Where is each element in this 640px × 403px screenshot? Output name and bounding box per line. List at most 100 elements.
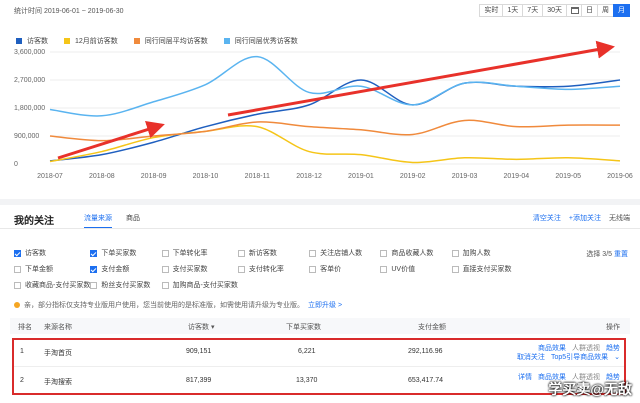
- metric-checkbox[interactable]: 客单价: [309, 264, 380, 274]
- th-visitors[interactable]: 访客数 ▾: [188, 322, 214, 332]
- table-header: 排名 来源名称 访客数 ▾ 下单买家数 支付金额 操作: [10, 318, 630, 334]
- checkbox-icon[interactable]: [380, 249, 388, 257]
- metric-label: 客单价: [320, 266, 342, 273]
- reset-link[interactable]: 重置: [614, 251, 628, 258]
- checkbox-icon[interactable]: [161, 249, 169, 257]
- x-tick-label: 2018-08: [89, 173, 115, 180]
- x-tick-label: 2019-05: [555, 173, 581, 180]
- watermark-text: 学买卖@无敌: [548, 381, 632, 397]
- metric-checkbox[interactable]: 关注店铺人数: [309, 248, 380, 258]
- checkbox-icon[interactable]: [237, 265, 245, 273]
- upgrade-notice: 亲，部分指标仅支持专业版用户使用，您当前使用的是标准版，如需使用请升级为专业版。…: [14, 300, 342, 310]
- th-amount: 支付金额: [418, 324, 446, 331]
- metric-checkbox[interactable]: 收藏商品-支付买家数: [14, 280, 90, 290]
- metric-label: 加购人数: [462, 250, 491, 257]
- tab-traffic-source[interactable]: 流量来源: [84, 213, 112, 229]
- metric-checkbox[interactable]: 商品收藏人数: [380, 248, 451, 258]
- metric-checkbox[interactable]: UV价值: [380, 264, 451, 274]
- period-week-button[interactable]: 周: [597, 4, 614, 17]
- metric-checkbox[interactable]: 支付金额: [90, 264, 161, 274]
- highlight-box: [12, 338, 626, 395]
- metric-label: UV价值: [391, 266, 416, 273]
- selected-count: 选择 3/5 重置: [586, 249, 628, 259]
- metric-checkbox[interactable]: 粉丝支付买家数: [90, 280, 161, 290]
- top-bar: 统计时间 2019-06-01 ~ 2019-06-30 实时 1天 7天 30…: [0, 0, 640, 22]
- checkbox-icon[interactable]: [451, 265, 459, 273]
- x-tick-label: 2018-09: [141, 173, 167, 180]
- period-7day-button[interactable]: 7天: [522, 4, 544, 17]
- metric-label: 支付转化率: [248, 266, 284, 273]
- checkbox-icon[interactable]: [161, 281, 169, 289]
- metric-checkbox[interactable]: 直接支付买家数: [451, 264, 523, 274]
- metric-checkbox[interactable]: 支付转化率: [237, 264, 309, 274]
- info-icon: [14, 302, 20, 308]
- notice-text: 亲，部分指标仅支持专业版用户使用，您当前使用的是标准版，如需使用请升级为专业版。: [24, 302, 304, 309]
- date-range-label: 统计时间 2019-06-01 ~ 2019-06-30: [14, 8, 124, 15]
- y-tick-label: 900,000: [14, 133, 39, 140]
- x-tick-label: 2018-11: [245, 173, 270, 180]
- metric-label: 粉丝支付买家数: [101, 282, 151, 289]
- checkbox-icon[interactable]: [451, 249, 459, 257]
- visitor-trend-chart: 3,600,000 2,700,000 1,800,000 900,000 0 2018-…: [14, 40, 633, 180]
- section-title: 我的关注: [14, 216, 54, 227]
- th-source: 来源名称: [44, 324, 72, 331]
- y-tick-label: 3,600,000: [14, 49, 45, 56]
- metric-label: 关注店铺人数: [320, 250, 363, 257]
- period-1day-button[interactable]: 1天: [502, 4, 524, 17]
- metric-checkbox[interactable]: 新访客数: [237, 248, 309, 258]
- checkbox-checked-icon[interactable]: [90, 265, 98, 273]
- x-tick-label: 2019-03: [452, 173, 478, 180]
- metric-checkbox[interactable]: 下单转化率: [161, 248, 238, 258]
- clear-follow-link[interactable]: 清空关注: [533, 213, 561, 223]
- tab-underline: [0, 228, 640, 229]
- metric-checkbox[interactable]: 访客数: [14, 248, 90, 258]
- checkbox-icon[interactable]: [161, 265, 169, 273]
- metric-label: 直接支付买家数: [462, 266, 512, 273]
- x-tick-label: 2019-06: [607, 173, 633, 180]
- metric-label: 支付买家数: [172, 266, 208, 273]
- metric-label: 支付金额: [101, 266, 130, 273]
- metric-label: 下单买家数: [101, 250, 137, 257]
- metric-checkbox[interactable]: 支付买家数: [161, 264, 238, 274]
- y-tick-label: 1,800,000: [14, 105, 45, 112]
- section-divider: [0, 199, 640, 205]
- period-30day-button[interactable]: 30天: [542, 4, 567, 17]
- checkbox-icon[interactable]: [90, 281, 98, 289]
- metric-checkbox[interactable]: 加购人数: [451, 248, 523, 258]
- checkbox-checked-icon[interactable]: [14, 249, 21, 257]
- metric-label: 加购商品-支付买家数: [172, 282, 238, 289]
- device-select[interactable]: 无线端: [609, 213, 630, 223]
- metric-label: 下单金额: [25, 266, 53, 273]
- checkbox-icon[interactable]: [309, 265, 317, 273]
- period-day-button[interactable]: 日: [581, 4, 598, 17]
- metric-checkbox[interactable]: 下单金额: [14, 264, 90, 274]
- checkbox-icon[interactable]: [14, 281, 21, 289]
- follow-tools: 清空关注 +添加关注 无线端: [533, 213, 630, 223]
- x-tick-label: 2018-12: [296, 173, 322, 180]
- metric-label: 访客数: [25, 250, 46, 257]
- period-month-button[interactable]: 月: [613, 4, 630, 17]
- y-tick-label: 0: [14, 161, 18, 168]
- metric-checkbox[interactable]: 加购商品-支付买家数: [161, 280, 238, 290]
- selected-count-text: 选择 3/5: [586, 251, 613, 258]
- x-tick-label: 2018-10: [193, 173, 219, 180]
- checkbox-icon[interactable]: [237, 249, 245, 257]
- checkbox-icon[interactable]: [309, 249, 317, 257]
- y-tick-label: 2,700,000: [14, 77, 45, 84]
- period-realtime-button[interactable]: 实时: [479, 4, 504, 17]
- checkbox-icon[interactable]: [380, 265, 388, 273]
- upgrade-link[interactable]: 立即升级 >: [308, 300, 342, 310]
- th-buyers: 下单买家数: [286, 324, 321, 331]
- th-rank: 排名: [18, 324, 32, 331]
- metric-label: 商品收藏人数: [391, 250, 434, 257]
- add-follow-link[interactable]: +添加关注: [569, 213, 601, 223]
- metric-label: 下单转化率: [172, 250, 208, 257]
- x-tick-label: 2019-04: [504, 173, 530, 180]
- tab-products[interactable]: 商品: [126, 213, 140, 229]
- checkbox-icon[interactable]: [14, 265, 21, 273]
- series-line-1: [49, 79, 621, 162]
- metric-checkbox[interactable]: 下单买家数: [90, 248, 161, 258]
- checkbox-checked-icon[interactable]: [90, 249, 98, 257]
- calendar-button[interactable]: [566, 4, 582, 17]
- follow-tabs: 流量来源 商品: [84, 213, 140, 229]
